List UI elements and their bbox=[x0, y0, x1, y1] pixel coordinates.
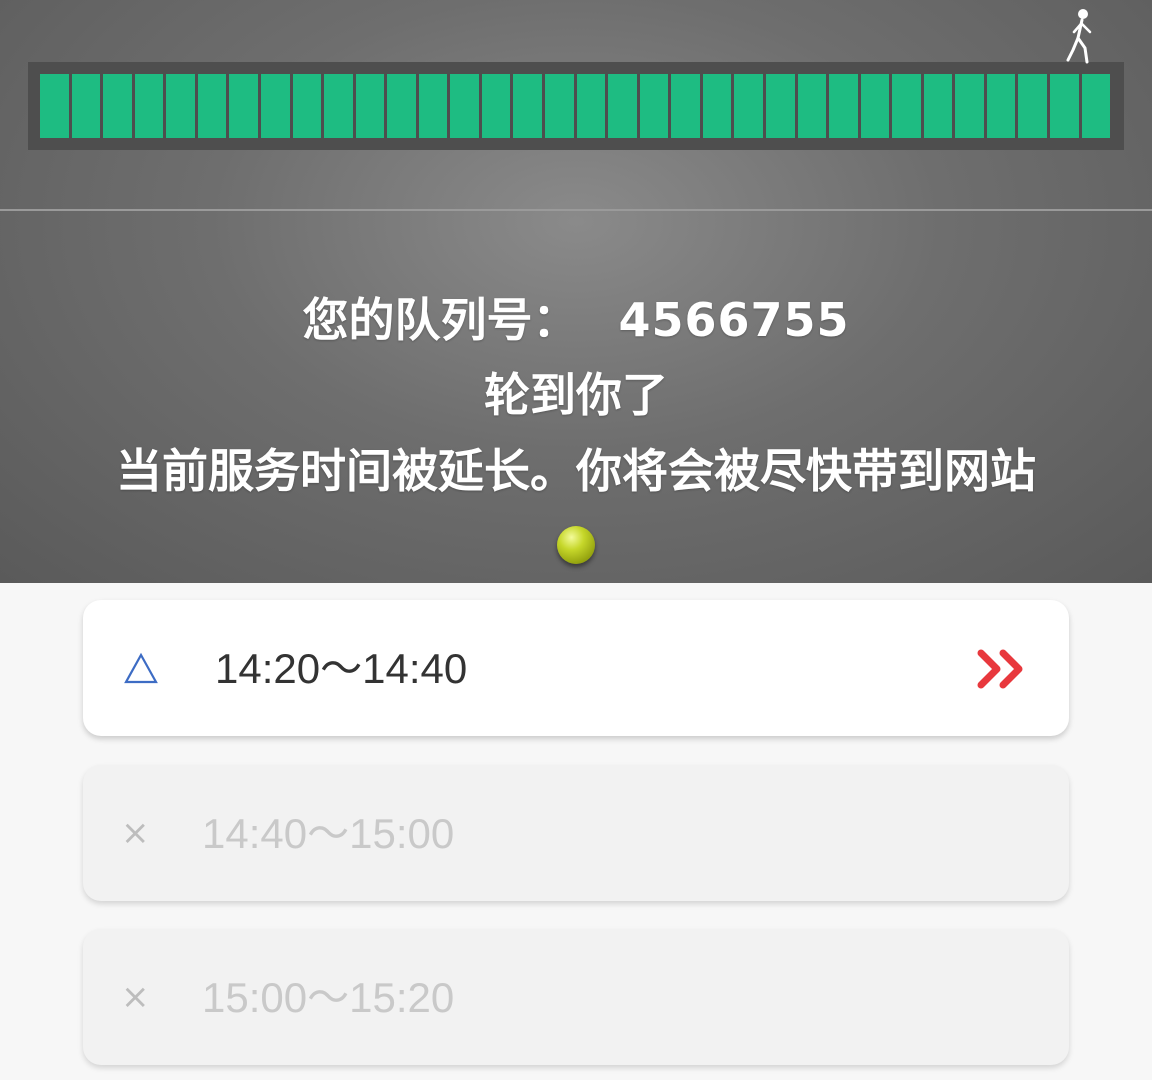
progress-segment bbox=[765, 74, 795, 138]
double-chevron-right-icon[interactable] bbox=[977, 648, 1033, 690]
progress-segment bbox=[860, 74, 890, 138]
progress-segments bbox=[40, 74, 1111, 138]
x-icon: × bbox=[121, 977, 150, 1017]
time-slot-full: × 15:00～15:20 bbox=[83, 929, 1069, 1065]
progress-segment bbox=[986, 74, 1016, 138]
queue-number-line: 您的队列号： 4566755 bbox=[0, 292, 1152, 348]
progress-segment bbox=[324, 74, 353, 138]
progress-segment bbox=[576, 74, 606, 138]
progress-segment bbox=[103, 74, 132, 138]
status-indicator-light bbox=[557, 526, 595, 564]
progress-segment bbox=[418, 74, 448, 138]
x-icon: × bbox=[121, 813, 150, 853]
progress-segment bbox=[513, 74, 542, 138]
progress-segment bbox=[702, 74, 732, 138]
progress-segment bbox=[545, 74, 574, 138]
turn-message: 轮到你了 bbox=[484, 368, 668, 422]
queue-status-panel: 您的队列号： 4566755 轮到你了 当前服务时间被延长。你将会被尽快带到网站 bbox=[0, 0, 1152, 583]
progress-segment bbox=[260, 74, 290, 138]
progress-segment bbox=[355, 74, 385, 138]
progress-segment bbox=[892, 74, 921, 138]
progress-segment bbox=[1081, 74, 1111, 138]
progress-segment bbox=[197, 74, 227, 138]
progress-segment bbox=[481, 74, 511, 138]
progress-segment bbox=[639, 74, 669, 138]
progress-segment bbox=[797, 74, 827, 138]
progress-segment bbox=[1018, 74, 1047, 138]
progress-segment bbox=[671, 74, 700, 138]
walking-person-icon bbox=[1066, 9, 1092, 64]
progress-segment bbox=[734, 74, 763, 138]
progress-segment bbox=[229, 74, 258, 138]
progress-segment bbox=[166, 74, 195, 138]
progress-segment bbox=[40, 74, 69, 138]
progress-segment bbox=[608, 74, 637, 138]
queue-number: 4566755 bbox=[618, 293, 850, 347]
progress-segment bbox=[955, 74, 984, 138]
queue-progress-bar bbox=[28, 62, 1124, 150]
progress-segment bbox=[1050, 74, 1079, 138]
time-slot-available[interactable]: 14:20～14:40 bbox=[83, 600, 1069, 736]
slot-time: 14:40～15:00 bbox=[202, 810, 455, 857]
time-slot-full: × 14:40～15:00 bbox=[83, 765, 1069, 901]
queue-number-label: 您的队列号： bbox=[302, 293, 579, 347]
progress-segment bbox=[829, 74, 858, 138]
progress-segment bbox=[71, 74, 101, 138]
progress-segment bbox=[134, 74, 164, 138]
slot-time: 15:00～15:20 bbox=[202, 974, 455, 1021]
service-notice: 当前服务时间被延长。你将会被尽快带到网站 bbox=[116, 444, 1036, 498]
progress-segment bbox=[387, 74, 416, 138]
triangle-icon bbox=[124, 652, 158, 684]
divider bbox=[0, 209, 1152, 211]
progress-segment bbox=[923, 74, 953, 138]
progress-segment bbox=[292, 74, 322, 138]
progress-segment bbox=[450, 74, 479, 138]
slot-time: 14:20～14:40 bbox=[215, 645, 468, 692]
